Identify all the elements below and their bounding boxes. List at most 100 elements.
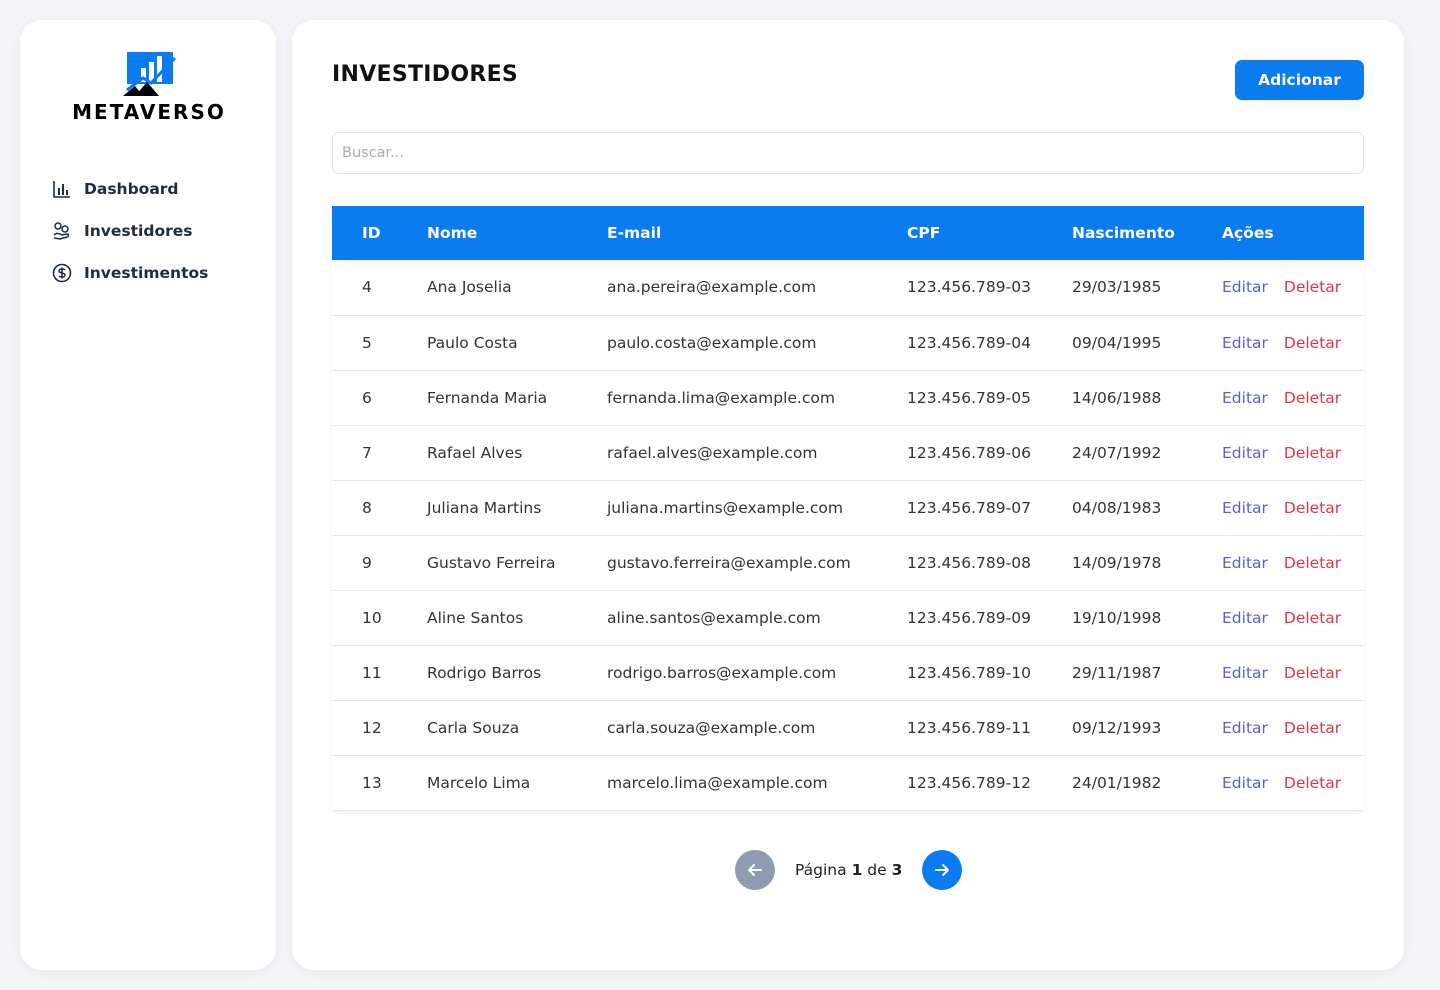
column-header-acoes: Ações xyxy=(1222,224,1274,242)
bar-chart-icon xyxy=(53,181,70,198)
delete-link[interactable]: Deletar xyxy=(1284,444,1341,462)
column-header-nome[interactable]: Nome xyxy=(427,206,607,260)
logo-chart-icon xyxy=(123,52,177,96)
sidebar-item-label: Dashboard xyxy=(84,180,179,198)
cell-id: 4 xyxy=(362,278,372,297)
table-row: 7 Rafael Alves rafael.alves@example.com … xyxy=(332,425,1364,480)
delete-link[interactable]: Deletar xyxy=(1284,719,1341,737)
table-row: 13 Marcelo Lima marcelo.lima@example.com… xyxy=(332,755,1364,810)
delete-link[interactable]: Deletar xyxy=(1284,334,1341,352)
cell-nome: Ana Joselia xyxy=(427,278,512,297)
edit-link[interactable]: Editar xyxy=(1222,278,1268,296)
sidebar: METAVERSO Dashboard Investidores Investi… xyxy=(20,20,276,970)
cell-cpf: 123.456.789-07 xyxy=(907,498,1031,517)
edit-link[interactable]: Editar xyxy=(1222,444,1268,462)
sidebar-item-investidores[interactable]: Investidores xyxy=(52,210,208,252)
cell-email: marcelo.lima@example.com xyxy=(607,773,828,792)
next-page-button[interactable] xyxy=(922,850,963,890)
cell-acoes: Editar Deletar xyxy=(1222,480,1364,535)
delete-link[interactable]: Deletar xyxy=(1284,554,1341,572)
cell-id: 11 xyxy=(362,663,382,682)
delete-link[interactable]: Deletar xyxy=(1284,609,1341,627)
table-row: 12 Carla Souza carla.souza@example.com 1… xyxy=(332,700,1364,755)
table-header-row: ID Nome E-mail CPF Nascimento Ações xyxy=(332,206,1364,260)
edit-link[interactable]: Editar xyxy=(1222,719,1268,737)
sidebar-nav: Dashboard Investidores Investimentos xyxy=(52,168,208,294)
edit-link[interactable]: Editar xyxy=(1222,499,1268,517)
cell-acoes: Editar Deletar xyxy=(1222,315,1364,370)
cell-email: fernanda.lima@example.com xyxy=(607,388,835,407)
delete-link[interactable]: Deletar xyxy=(1284,774,1341,792)
edit-link[interactable]: Editar xyxy=(1222,609,1268,627)
table-row: 11 Rodrigo Barros rodrigo.barros@example… xyxy=(332,645,1364,700)
table-body: 4 Ana Joselia ana.pereira@example.com 12… xyxy=(332,260,1364,810)
prev-page-button[interactable] xyxy=(735,850,775,890)
cell-id: 5 xyxy=(362,333,372,352)
cell-id: 12 xyxy=(362,718,382,737)
pagination: Página 1 de 3 xyxy=(735,850,963,890)
cell-email: juliana.martins@example.com xyxy=(607,498,843,517)
edit-link[interactable]: Editar xyxy=(1222,334,1268,352)
cell-nascimento: 19/10/1998 xyxy=(1072,608,1162,627)
search-input[interactable] xyxy=(332,132,1364,174)
sidebar-item-investimentos[interactable]: Investimentos xyxy=(52,252,208,294)
column-header-nascimento[interactable]: Nascimento xyxy=(1072,206,1222,260)
brand-name: METAVERSO xyxy=(72,100,226,124)
delete-link[interactable]: Deletar xyxy=(1284,664,1341,682)
table-row: 5 Paulo Costa paulo.costa@example.com 12… xyxy=(332,315,1364,370)
cell-cpf: 123.456.789-09 xyxy=(907,608,1031,627)
table-row: 6 Fernanda Maria fernanda.lima@example.c… xyxy=(332,370,1364,425)
table-row: 4 Ana Joselia ana.pereira@example.com 12… xyxy=(332,260,1364,315)
cell-cpf: 123.456.789-04 xyxy=(907,333,1031,352)
page-indicator: Página 1 de 3 xyxy=(795,861,902,879)
investors-table: ID Nome E-mail CPF Nascimento Ações 4 An… xyxy=(332,206,1364,811)
cell-acoes: Editar Deletar xyxy=(1222,370,1364,425)
column-header-id[interactable]: ID xyxy=(332,206,427,260)
delete-link[interactable]: Deletar xyxy=(1284,389,1341,407)
cell-id: 6 xyxy=(362,388,372,407)
delete-link[interactable]: Deletar xyxy=(1284,278,1341,296)
cell-nascimento: 09/04/1995 xyxy=(1072,333,1162,352)
delete-link[interactable]: Deletar xyxy=(1284,499,1341,517)
sidebar-item-dashboard[interactable]: Dashboard xyxy=(52,168,208,210)
cell-email: rafael.alves@example.com xyxy=(607,443,818,462)
cell-acoes: Editar Deletar xyxy=(1222,425,1364,480)
cell-nome: Carla Souza xyxy=(427,718,520,737)
brand-logo[interactable]: METAVERSO xyxy=(57,50,241,128)
cell-nome: Fernanda Maria xyxy=(427,388,548,407)
cell-nascimento: 24/07/1992 xyxy=(1072,443,1162,462)
cell-acoes: Editar Deletar xyxy=(1222,700,1364,755)
edit-link[interactable]: Editar xyxy=(1222,389,1268,407)
hand-coins-icon xyxy=(53,222,70,240)
cell-cpf: 123.456.789-10 xyxy=(907,663,1031,682)
dollar-circle-icon xyxy=(52,263,72,283)
cell-nome: Gustavo Ferreira xyxy=(427,553,556,572)
sidebar-item-label: Investimentos xyxy=(84,264,209,282)
cell-nascimento: 29/03/1985 xyxy=(1072,278,1162,297)
cell-cpf: 123.456.789-06 xyxy=(907,443,1031,462)
edit-link[interactable]: Editar xyxy=(1222,774,1268,792)
cell-cpf: 123.456.789-03 xyxy=(907,278,1031,297)
cell-email: aline.santos@example.com xyxy=(607,608,821,627)
cell-email: paulo.costa@example.com xyxy=(607,333,817,352)
cell-nome: Juliana Martins xyxy=(427,498,542,517)
cell-nome: Rodrigo Barros xyxy=(427,663,542,682)
edit-link[interactable]: Editar xyxy=(1222,664,1268,682)
cell-nascimento: 24/01/1982 xyxy=(1072,773,1162,792)
column-header-email[interactable]: E-mail xyxy=(607,206,907,260)
cell-id: 10 xyxy=(362,608,382,627)
cell-nome: Paulo Costa xyxy=(427,333,518,352)
cell-cpf: 123.456.789-12 xyxy=(907,773,1031,792)
current-page: 1 xyxy=(851,861,863,879)
cell-id: 8 xyxy=(362,498,372,517)
arrow-left-icon xyxy=(748,864,762,876)
page-title: INVESTIDORES xyxy=(332,62,519,87)
page-prefix: Página xyxy=(795,861,847,879)
edit-link[interactable]: Editar xyxy=(1222,554,1268,572)
column-header-cpf[interactable]: CPF xyxy=(907,206,1072,260)
cell-email: gustavo.ferreira@example.com xyxy=(607,553,851,572)
add-button[interactable]: Adicionar xyxy=(1235,60,1364,100)
cell-nascimento: 14/06/1988 xyxy=(1072,388,1162,407)
cell-email: rodrigo.barros@example.com xyxy=(607,663,837,682)
sidebar-item-label: Investidores xyxy=(84,222,193,240)
